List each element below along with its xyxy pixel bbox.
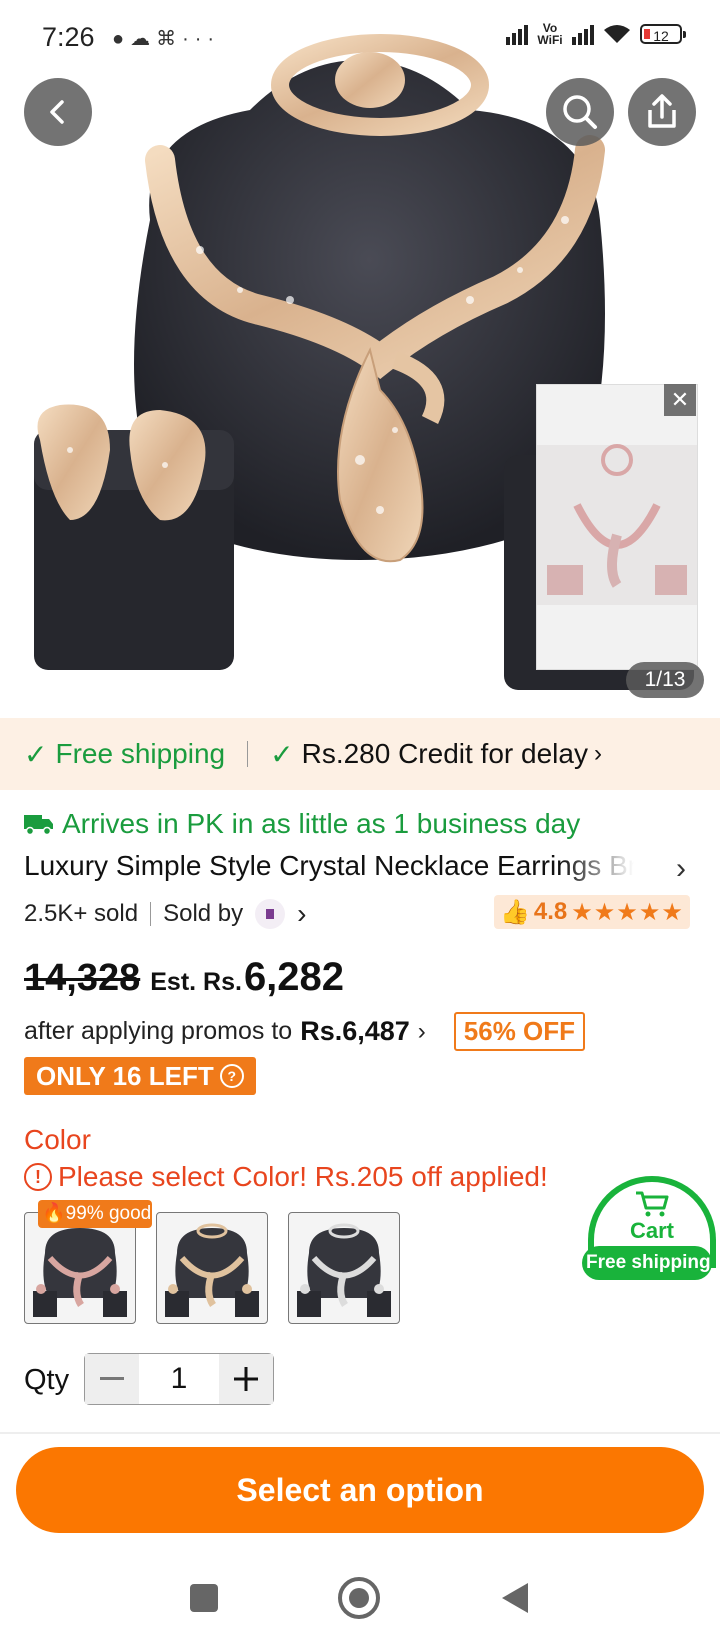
discount-badge: 56% OFF [453, 1012, 586, 1051]
chevron-right-icon[interactable]: › [297, 898, 306, 930]
color-option-gold[interactable] [156, 1212, 268, 1324]
increment-button[interactable] [219, 1354, 273, 1404]
price-row: 14,328 Est. Rs. 6,282 [24, 955, 344, 1000]
status-time: 7:26 [42, 22, 95, 52]
chat-icon: ● [112, 28, 131, 50]
more-icon: ··· [182, 28, 221, 50]
thumbnail-image [537, 385, 697, 669]
decrement-button[interactable] [85, 1354, 139, 1404]
divider [0, 1432, 720, 1434]
status-bar: 7:26 ●☁⌘··· Vo WiFi 12 [0, 0, 720, 78]
select-option-button[interactable]: Select an option [16, 1447, 704, 1533]
stock-text: ONLY 16 LEFT [36, 1060, 214, 1091]
color-label: Color [24, 1124, 91, 1155]
back-nav-icon[interactable] [500, 1581, 530, 1615]
signal-icon-2 [572, 23, 594, 45]
sale-price: 6,282 [243, 955, 345, 999]
sold-row: 2.5K+ sold Sold by › [24, 898, 306, 930]
vowifi-label: Vo WiFi [537, 21, 563, 47]
wifi-icon [604, 25, 630, 43]
rating-stars: ★★★★★ [571, 898, 684, 926]
recents-button[interactable] [190, 1584, 218, 1612]
floating-cart-button[interactable]: Cart Free shipping [582, 1176, 720, 1286]
swatch-badge-text: 99% good [65, 1203, 152, 1224]
chevron-right-icon: › [593, 740, 602, 767]
color-option-silver[interactable] [288, 1212, 400, 1324]
cart-label: Cart [629, 1218, 674, 1243]
color-warning-text: Please select Color! Rs.205 off applied! [58, 1161, 548, 1192]
quantity-input[interactable]: 1 [139, 1362, 219, 1396]
plus-icon [234, 1367, 258, 1391]
system-nav-bar [0, 1556, 720, 1640]
back-button[interactable] [24, 78, 92, 146]
shipping-banner[interactable]: ✓ Free shipping ✓ Rs.280 Credit for dela… [0, 718, 720, 790]
gold-swatch-image [165, 1223, 259, 1317]
cart-free-shipping-badge: Free shipping [582, 1246, 712, 1280]
battery-level: 12 [653, 28, 669, 44]
divider [247, 741, 249, 767]
flame-icon: 🔥 [42, 1203, 66, 1224]
divider [150, 902, 152, 926]
close-thumbnail-button[interactable]: ✕ [664, 384, 696, 416]
color-option-rose-gold[interactable] [24, 1212, 136, 1324]
stock-badge[interactable]: ONLY 16 LEFT ? [24, 1057, 256, 1095]
rating-badge[interactable]: 👍 4.8 ★★★★★ [494, 895, 690, 929]
check-icon-2: ✓ [270, 738, 294, 770]
cart-icon [636, 1191, 669, 1217]
signal-icon [506, 23, 528, 45]
promo-row[interactable]: after applying promos to Rs.6,487 › 56% … [24, 1012, 586, 1051]
home-button[interactable] [338, 1577, 380, 1619]
share-icon [648, 94, 676, 128]
product-title[interactable]: Luxury Simple Style Crystal Necklace Ear… [24, 850, 634, 882]
check-icon: ✓ [24, 738, 48, 770]
original-price: 14,328 [24, 957, 141, 999]
battery-icon: 12 [640, 24, 686, 44]
quantity-stepper[interactable]: 1 [84, 1353, 274, 1405]
notification-icons: ●☁⌘··· [112, 26, 220, 51]
image-counter: 1/13 [626, 662, 704, 698]
chevron-right-icon[interactable]: › [676, 852, 686, 886]
sold-count: 2.5K+ sold [24, 900, 139, 927]
close-icon: ✕ [670, 387, 690, 412]
back-icon [50, 100, 64, 124]
qty-label: Qty [24, 1364, 70, 1396]
share-button[interactable] [628, 78, 696, 146]
arrival-text: Arrives in PK in as little as 1 business… [62, 808, 581, 839]
search-icon [563, 95, 597, 129]
credit-delay-label: Rs.280 Credit for delay [301, 738, 588, 769]
alert-icon: ! [24, 1163, 52, 1191]
rating-value: 4.8 [533, 898, 568, 925]
floating-thumbnail[interactable] [536, 384, 698, 670]
promo-amount: Rs.6,487 [300, 1016, 410, 1046]
search-button[interactable] [546, 78, 614, 146]
color-warning: ! Please select Color! Rs.205 off applie… [24, 1161, 548, 1193]
truck-icon [24, 815, 53, 836]
thumbs-up-icon: 👍 [500, 898, 530, 926]
seller-logo-icon[interactable] [255, 899, 286, 929]
status-right: Vo WiFi 12 [506, 21, 686, 47]
est-label: Est. Rs. [150, 968, 242, 996]
gamepad-icon: ⌘ [156, 28, 183, 50]
question-icon: ? [219, 1064, 244, 1088]
rose-gold-swatch-image [33, 1228, 127, 1317]
silver-swatch-image [297, 1223, 391, 1317]
free-shipping-label: Free shipping [55, 738, 226, 769]
minus-icon [100, 1377, 124, 1380]
arrival-info: Arrives in PK in as little as 1 business… [24, 808, 580, 840]
sold-by-label[interactable]: Sold by [163, 900, 243, 928]
cloud-icon: ☁ [130, 28, 157, 50]
promo-text: after applying promos to [24, 1017, 293, 1045]
swatch-badge: 🔥99% good [38, 1200, 152, 1228]
chevron-right-icon: › [417, 1017, 426, 1045]
